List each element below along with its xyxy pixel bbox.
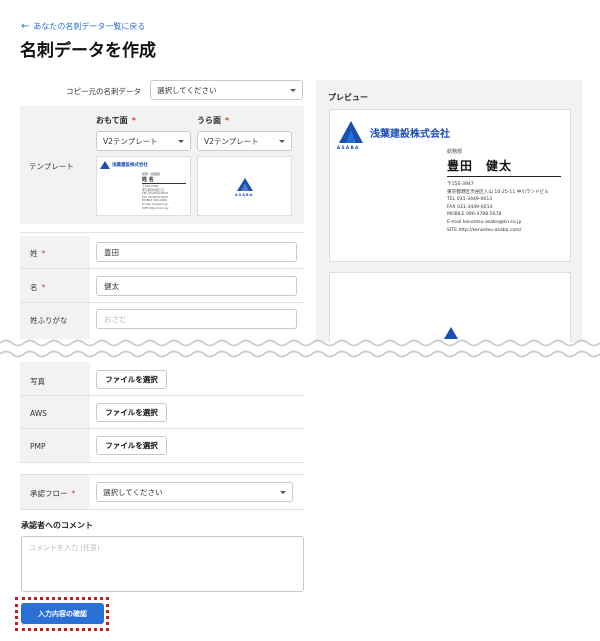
approval-required-mark: *: [71, 489, 76, 498]
card-department: 総務部: [447, 149, 463, 155]
approval-flow-select[interactable]: 選択してください: [96, 482, 293, 502]
front-required-mark: *: [131, 116, 136, 125]
last-name-label-text: 姓: [30, 249, 38, 258]
mini-back-logo-text: ASABA: [235, 193, 254, 197]
back-template-value: V2テンプレート: [204, 136, 259, 146]
comment-textarea[interactable]: コメントを入力 (任意): [21, 536, 304, 592]
card-tel: TEL 031-3449-0613: [447, 197, 493, 203]
card-mobile: MOBILE 096-4788-5678: [447, 212, 502, 218]
card-name-divider: [447, 176, 561, 177]
first-name-input[interactable]: 健太: [96, 276, 297, 296]
divider: [20, 428, 304, 429]
divider: [20, 232, 304, 233]
approval-flow-label: 承認フロー *: [30, 488, 75, 499]
kana-label: 姓ふりがな: [30, 316, 68, 325]
back-link-label: あなたの名刺データ一覧に戻る: [33, 22, 146, 31]
pmp-label: PMP: [30, 442, 46, 451]
card-fax: FAX 031-3449-6014: [447, 204, 493, 210]
first-name-label: 名 *: [30, 282, 45, 293]
chevron-down-icon: [290, 88, 296, 92]
copy-source-value: 選択してください: [157, 85, 217, 95]
back-label: うら面 *: [197, 115, 229, 126]
card-details: 〒150-3947 東京都港区渋谷区入山 10-25-11 中川ランドビル TE…: [447, 181, 549, 234]
comment-label: 承認者へのコメント: [21, 521, 93, 530]
chevron-down-icon: [178, 139, 184, 143]
chevron-down-icon: [279, 139, 285, 143]
arrow-left-icon: ←: [21, 20, 30, 32]
aws-file-button[interactable]: ファイルを選択: [96, 403, 167, 422]
copy-source-label: コピー元の名刺データ: [66, 87, 141, 96]
mini-name: 姓 名: [142, 177, 154, 183]
back-required-mark: *: [225, 116, 230, 125]
company-logo-icon: [100, 161, 110, 169]
card-name: 豊田 健太: [447, 159, 513, 173]
company-logo-icon: [237, 178, 253, 191]
last-name-required-mark: *: [41, 249, 46, 258]
front-label: おもて面 *: [96, 115, 136, 126]
divider: [20, 462, 304, 463]
first-name-required-mark: *: [41, 283, 46, 292]
card-site: SITE http://kensetsu-asaba.com/: [447, 227, 522, 233]
divider: [20, 509, 304, 510]
back-label-text: うら面: [197, 116, 221, 125]
confirm-input-button[interactable]: 入力内容の確認: [21, 603, 104, 624]
torn-edge-divider: [0, 339, 600, 358]
last-name-label: 姓 *: [30, 248, 45, 259]
mini-detail-line: SITE http://xxxx.jp/: [142, 205, 169, 210]
photo-file-button[interactable]: ファイルを選択: [96, 370, 167, 389]
front-template-value: V2テンプレート: [103, 136, 158, 146]
approval-flow-value: 選択してください: [103, 487, 163, 497]
company-logo-icon: [339, 121, 363, 143]
back-link[interactable]: ← あなたの名刺データ一覧に戻る: [21, 21, 145, 32]
card-address: 東京都港区渋谷区入山 10-25-11 中川ランドビル: [447, 189, 549, 195]
template-label: テンプレート: [29, 162, 74, 171]
back-template-thumbnail[interactable]: ASABA: [197, 156, 292, 216]
card-company-name: 浅葉建設株式会社: [370, 129, 450, 140]
approval-flow-label-text: 承認フロー: [30, 489, 68, 498]
front-template-thumbnail[interactable]: 浅葉建設株式会社 総務・経理部 姓 名 〒000-0000 東京都渋谷区〇〇 T…: [96, 156, 191, 216]
pmp-file-button[interactable]: ファイルを選択: [96, 436, 167, 455]
preview-card-front: ASABA 浅葉建設株式会社 総務部 豊田 健太 〒150-3947 東京都港区…: [329, 109, 571, 262]
chevron-down-icon: [280, 490, 286, 494]
kana-input[interactable]: おさだ: [96, 309, 297, 329]
mini-company-name: 浅葉建設株式会社: [112, 163, 148, 168]
preview-label: プレビュー: [328, 93, 368, 102]
front-label-text: おもて面: [96, 116, 128, 125]
page-title: 名刺データを作成: [20, 41, 156, 61]
card-email: E-mail kensetsu-asaba@kn.co.jp: [447, 219, 522, 225]
card-postal: 〒150-3947: [447, 182, 474, 187]
last-name-input[interactable]: 豊田: [96, 242, 297, 262]
mini-details: 〒000-0000 東京都渋谷区〇〇 TEL 00-0000-0000 FAX …: [142, 184, 169, 210]
divider: [20, 395, 304, 396]
first-name-label-text: 名: [30, 283, 38, 292]
photo-label: 写真: [30, 377, 45, 386]
copy-source-select[interactable]: 選択してください: [150, 80, 303, 100]
front-template-select[interactable]: V2テンプレート: [96, 131, 191, 151]
back-template-select[interactable]: V2テンプレート: [197, 131, 292, 151]
aws-label: AWS: [30, 409, 47, 418]
card-logo-text: ASABA: [337, 145, 360, 150]
